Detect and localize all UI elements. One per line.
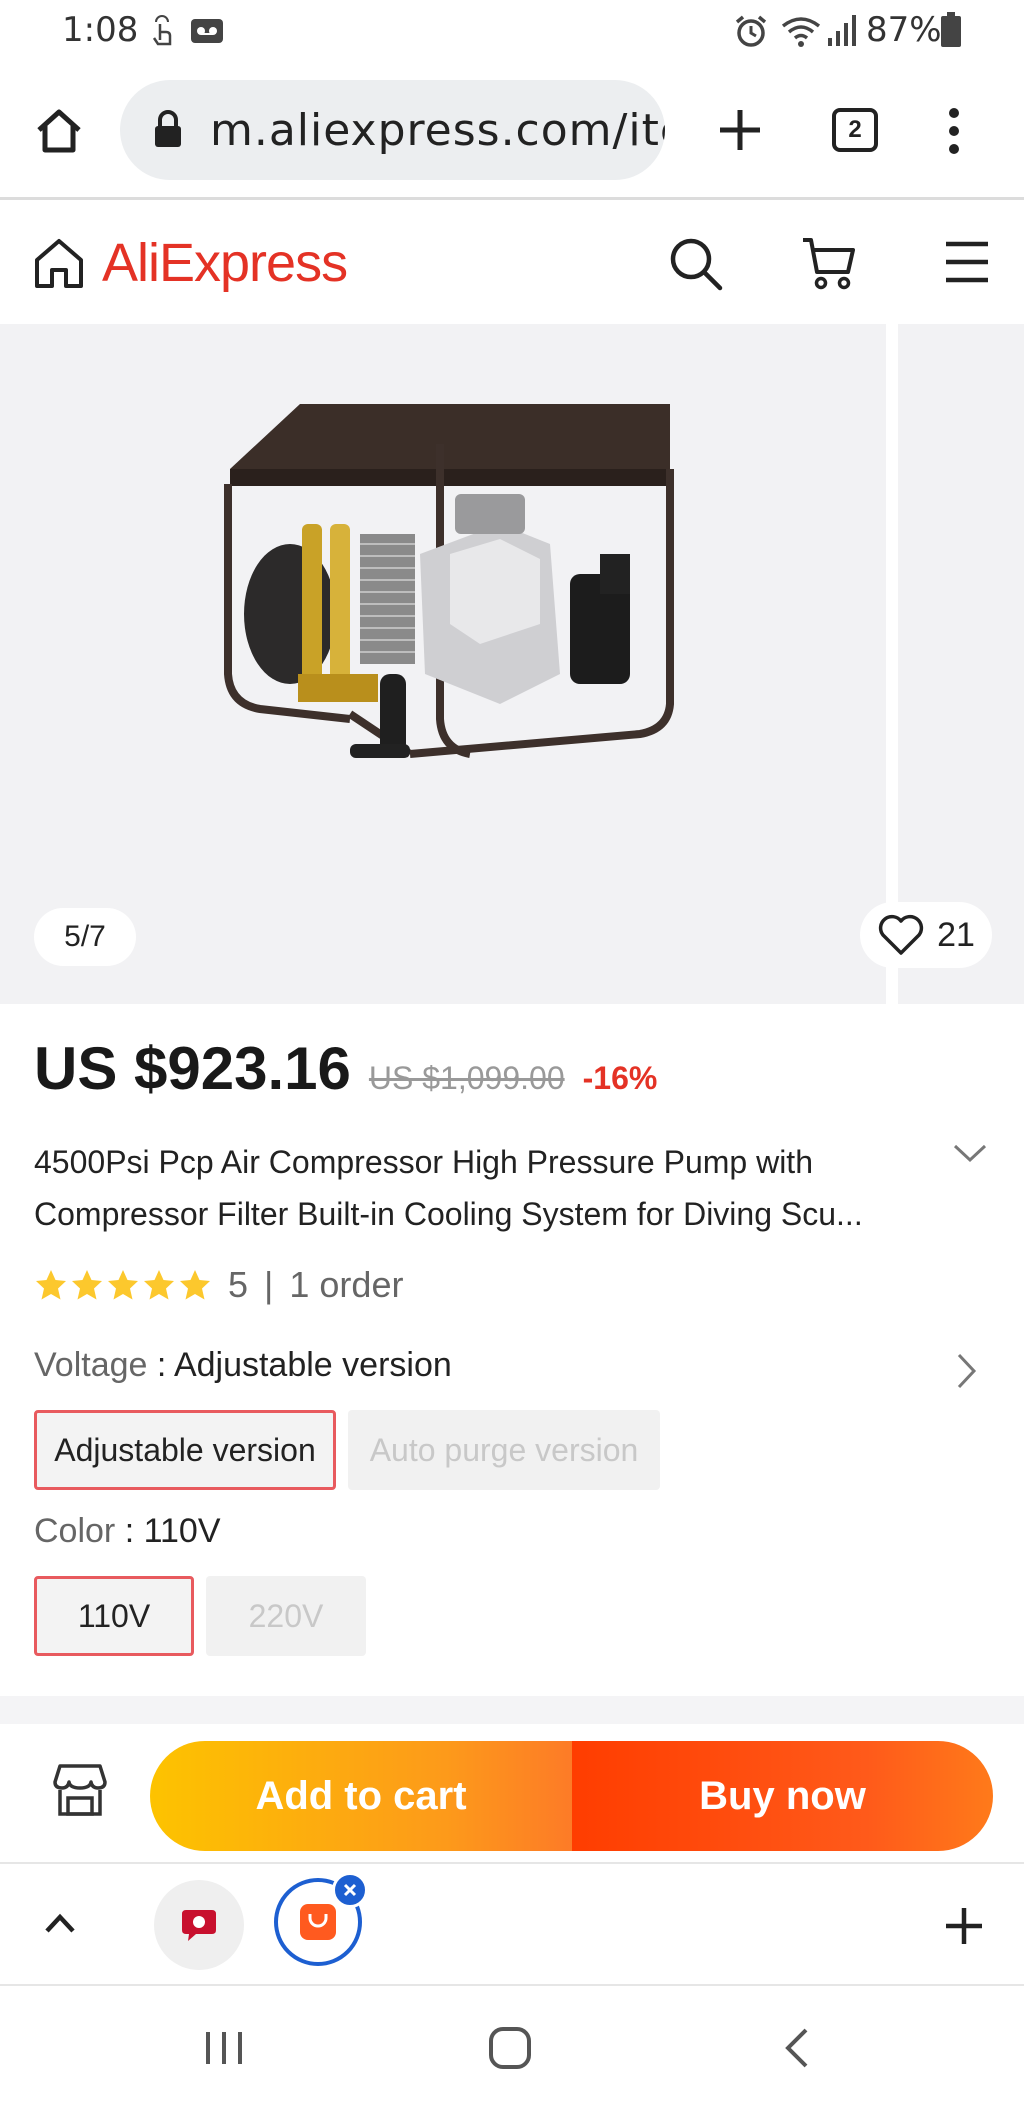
wifi-icon <box>781 17 821 47</box>
color-colon: : <box>124 1512 144 1550</box>
site-header: AliExpress <box>0 200 1024 324</box>
chat-bubble-icon <box>182 1910 216 1941</box>
url-text: m.aliexpress.com/item/ <box>210 105 665 156</box>
new-tab-plus-icon[interactable] <box>718 108 762 152</box>
color-key: Color <box>34 1512 116 1550</box>
option-220v[interactable]: 220V <box>206 1576 366 1656</box>
signal-icon <box>828 15 856 46</box>
close-icon <box>343 1883 357 1897</box>
compressor-image <box>224 404 674 758</box>
product-title[interactable]: 4500Psi Pcp Air Compressor High Pressure… <box>34 1136 924 1240</box>
product-image[interactable] <box>0 324 886 1004</box>
more-icon[interactable] <box>944 106 964 156</box>
chat-bubble[interactable] <box>154 1880 244 1970</box>
floating-apps-bar <box>0 1862 1024 1986</box>
recents-icon[interactable] <box>204 2028 244 2068</box>
original-price: US $1,099.00 <box>368 1060 565 1096</box>
current-price: US $923.16 <box>34 1035 351 1102</box>
buy-now-label: Buy now <box>699 1773 866 1818</box>
option-label: 220V <box>248 1597 324 1634</box>
wishlist-button[interactable]: 21 <box>860 902 992 968</box>
star-icon <box>108 1270 138 1300</box>
aliexpress-logo[interactable]: AliExpress <box>102 232 348 294</box>
order-count: 1 order <box>289 1264 404 1305</box>
battery-icon <box>941 12 961 47</box>
color-label: Color : 110V <box>34 1512 221 1551</box>
option-110v[interactable]: 110V <box>34 1576 194 1656</box>
price-row: US $923.16 US $1,099.00 -16% <box>34 1034 657 1108</box>
chevron-down-icon[interactable] <box>952 1142 988 1166</box>
add-to-cart-button[interactable]: Add to cart <box>150 1741 572 1851</box>
browser-toolbar: m.aliexpress.com/item/ 2 <box>0 62 1024 200</box>
url-bar[interactable]: m.aliexpress.com/item/ <box>120 80 665 180</box>
section-divider <box>0 1696 1024 1724</box>
star-icon <box>36 1270 66 1300</box>
purchase-action-bar: Add to cart Buy now <box>0 1724 1024 1860</box>
menu-icon[interactable] <box>944 240 990 284</box>
star-rating <box>34 1268 212 1302</box>
option-label: Auto purge version <box>369 1431 639 1468</box>
voltage-label[interactable]: Voltage : Adjustable version <box>34 1346 452 1385</box>
status-bar: 1:08 87% <box>0 0 1024 62</box>
option-label: Adjustable version <box>54 1431 316 1468</box>
home-nav-icon[interactable] <box>488 2026 532 2070</box>
rating-value: 5 <box>228 1264 249 1305</box>
chevron-up-icon[interactable] <box>44 1912 76 1934</box>
star-icon <box>180 1270 210 1300</box>
chevron-right-icon[interactable] <box>956 1352 978 1390</box>
voltage-colon: : <box>156 1346 174 1384</box>
voicemail-icon <box>191 19 223 43</box>
alarm-icon <box>735 15 767 47</box>
status-time: 1:08 <box>62 10 139 50</box>
close-bubble-button[interactable] <box>332 1872 368 1908</box>
voltage-selected: Adjustable version <box>173 1346 452 1384</box>
star-icon <box>72 1270 102 1300</box>
product-gallery[interactable]: 5/7 21 <box>0 324 1024 1004</box>
color-selected: 110V <box>143 1512 221 1550</box>
search-icon[interactable] <box>668 236 724 292</box>
discount-badge: -16% <box>582 1060 658 1096</box>
cart-buy-group: Add to cart Buy now <box>150 1741 993 1851</box>
option-auto-purge-version[interactable]: Auto purge version <box>348 1410 660 1490</box>
battery-percentage: 87% <box>866 10 942 50</box>
aliexpress-app-bubble-icon <box>300 1904 336 1940</box>
home-outline-icon[interactable] <box>32 236 86 290</box>
image-counter: 5/7 <box>34 908 136 966</box>
lock-icon <box>155 110 181 147</box>
touch-icon <box>152 15 172 46</box>
option-adjustable-version[interactable]: Adjustable version <box>34 1410 336 1490</box>
store-icon[interactable] <box>52 1762 108 1818</box>
home-icon[interactable] <box>34 106 84 156</box>
cart-icon[interactable] <box>800 234 858 292</box>
option-label: 110V <box>77 1597 151 1634</box>
plus-icon[interactable] <box>944 1906 984 1946</box>
wishlist-count: 21 <box>937 915 975 954</box>
tabs-icon[interactable]: 2 <box>832 108 878 152</box>
tab-count: 2 <box>848 116 862 143</box>
image-counter-text: 5/7 <box>64 920 106 953</box>
system-navigation-bar <box>0 1988 1024 2104</box>
rating-separator: | <box>264 1264 274 1305</box>
buy-now-button[interactable]: Buy now <box>572 1741 993 1851</box>
add-to-cart-label: Add to cart <box>255 1773 467 1818</box>
star-icon <box>144 1270 174 1300</box>
back-icon[interactable] <box>782 2026 812 2070</box>
heart-icon <box>878 914 924 955</box>
rating-row[interactable]: 5 | 1 order <box>34 1264 403 1306</box>
voltage-key: Voltage <box>34 1346 148 1384</box>
